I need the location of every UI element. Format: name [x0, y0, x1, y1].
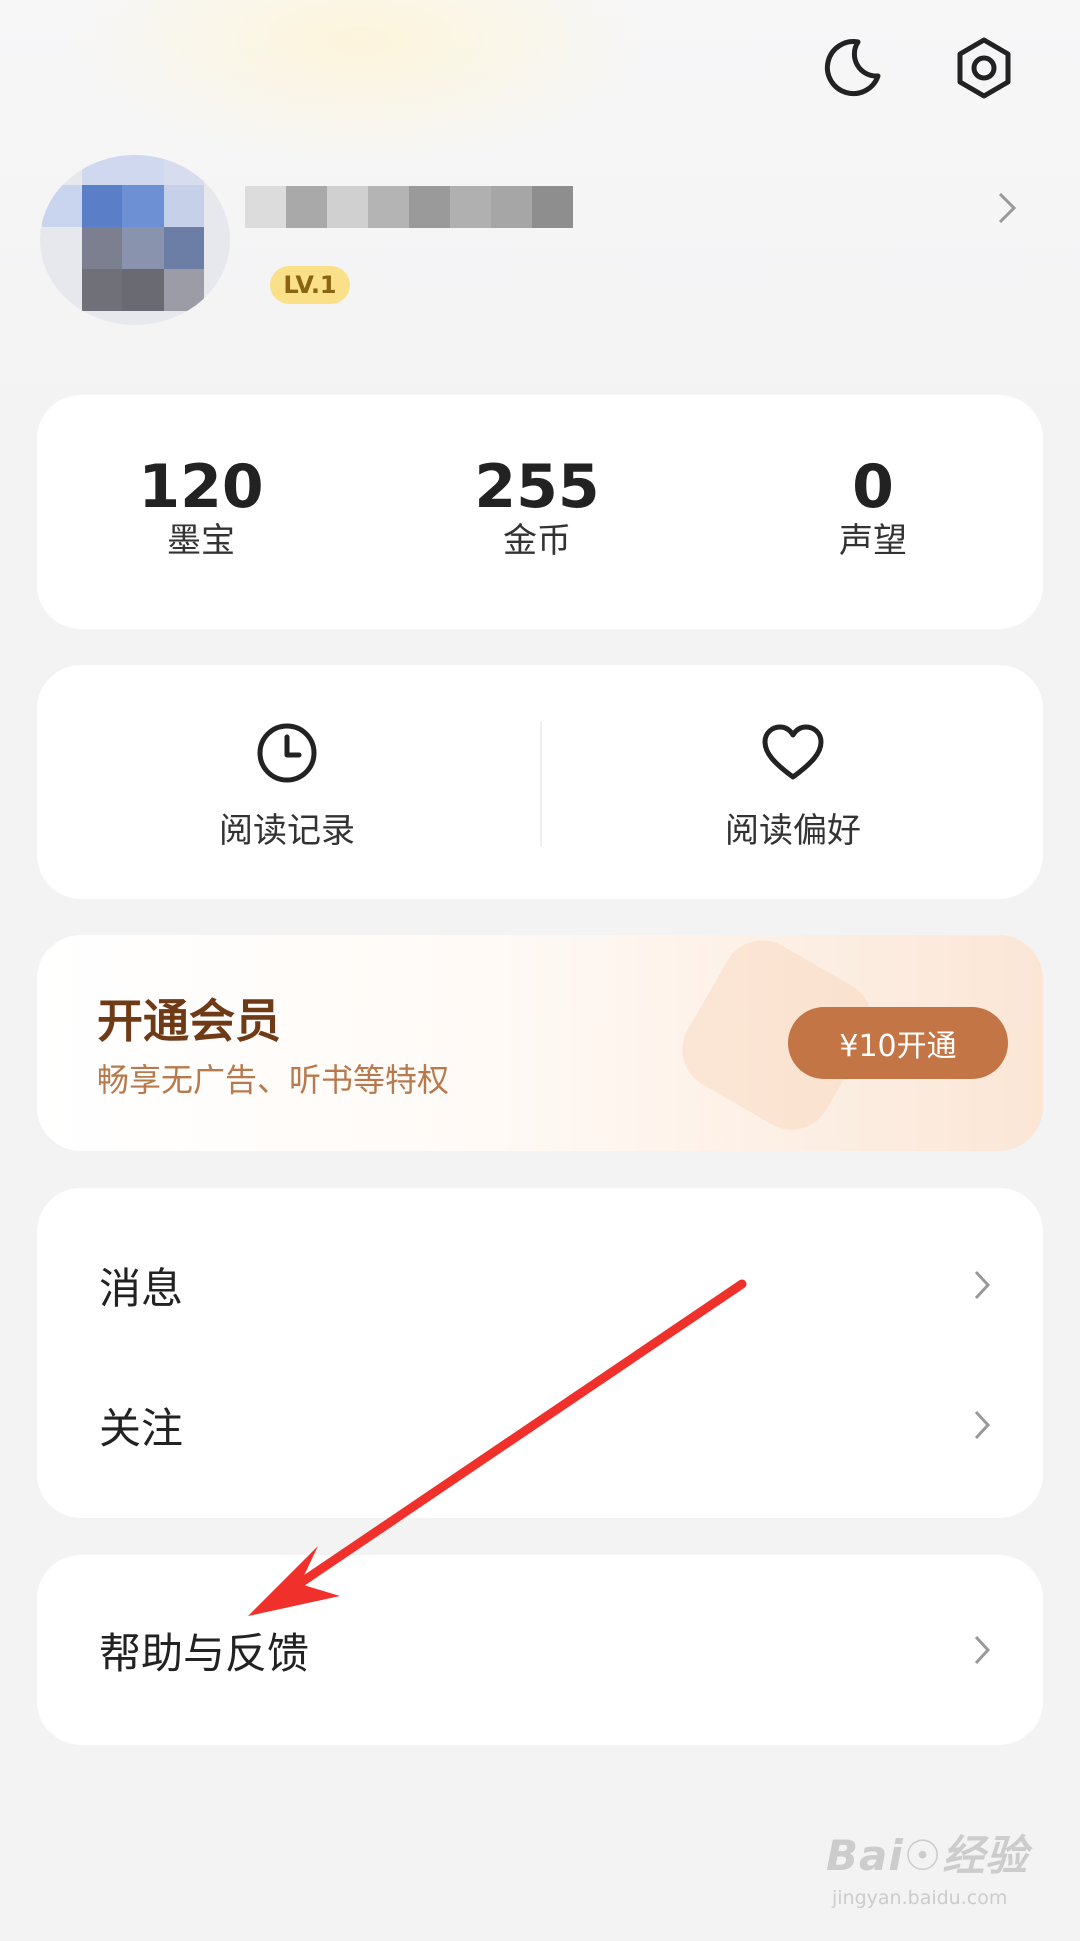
- night-mode-button[interactable]: [812, 28, 892, 108]
- chevron-right-icon: [974, 1635, 991, 1665]
- vip-banner[interactable]: 开通会员 畅享无广告、听书等特权 ¥10开通: [37, 935, 1043, 1151]
- reading-history-button[interactable]: 阅读记录: [137, 717, 437, 852]
- watermark: Bai☉经验 jingyan.baidu.com: [826, 1822, 1066, 1922]
- stat-value: 0: [852, 452, 894, 522]
- reading-preference-button[interactable]: 阅读偏好: [643, 717, 943, 852]
- stat-label: 金币: [503, 521, 571, 561]
- stat-reputation[interactable]: 0 声望: [753, 455, 993, 563]
- reading-history-label: 阅读记录: [219, 811, 355, 851]
- gear-icon: [957, 37, 1011, 99]
- moon-icon: [824, 39, 881, 97]
- heart-icon: [762, 724, 824, 780]
- vip-activate-button[interactable]: ¥10开通: [788, 1007, 1008, 1079]
- menu-item-messages[interactable]: 消息: [37, 1220, 1043, 1350]
- reading-card: 阅读记录 阅读偏好: [37, 665, 1043, 899]
- avatar[interactable]: [40, 155, 230, 325]
- clock-icon: [257, 723, 317, 783]
- stat-value: 120: [138, 452, 264, 522]
- stat-coins[interactable]: 255 金币: [417, 455, 657, 563]
- username-blurred[interactable]: [245, 186, 573, 228]
- vip-title: 开通会员: [97, 994, 281, 1048]
- menu-item-follow[interactable]: 关注: [37, 1360, 1043, 1490]
- menu-item-label: 消息: [99, 1263, 184, 1313]
- stats-card: 120 墨宝 255 金币 0 声望: [37, 395, 1043, 629]
- settings-button[interactable]: [944, 28, 1024, 108]
- stat-mobao[interactable]: 120 墨宝: [81, 455, 321, 563]
- watermark-url: jingyan.baidu.com: [832, 1887, 1008, 1909]
- reading-preference-label: 阅读偏好: [725, 811, 861, 851]
- stat-label: 墨宝: [167, 521, 235, 561]
- stat-label: 声望: [839, 521, 907, 561]
- menu-item-label: 关注: [99, 1403, 184, 1453]
- level-badge: LV.1: [270, 266, 350, 304]
- stat-value: 255: [474, 452, 600, 522]
- divider: [540, 721, 542, 847]
- menu-card: 消息 关注: [37, 1188, 1043, 1518]
- watermark-brand: Bai☉经验: [826, 1831, 1029, 1880]
- profile-chevron-icon[interactable]: [992, 188, 1022, 228]
- help-card: 帮助与反馈: [37, 1555, 1043, 1745]
- menu-item-label: 帮助与反馈: [99, 1628, 310, 1678]
- chevron-right-icon: [974, 1270, 991, 1300]
- chevron-right-icon: [974, 1410, 991, 1440]
- menu-item-help-feedback[interactable]: 帮助与反馈: [37, 1585, 1043, 1715]
- vip-subtitle: 畅享无广告、听书等特权: [97, 1061, 450, 1099]
